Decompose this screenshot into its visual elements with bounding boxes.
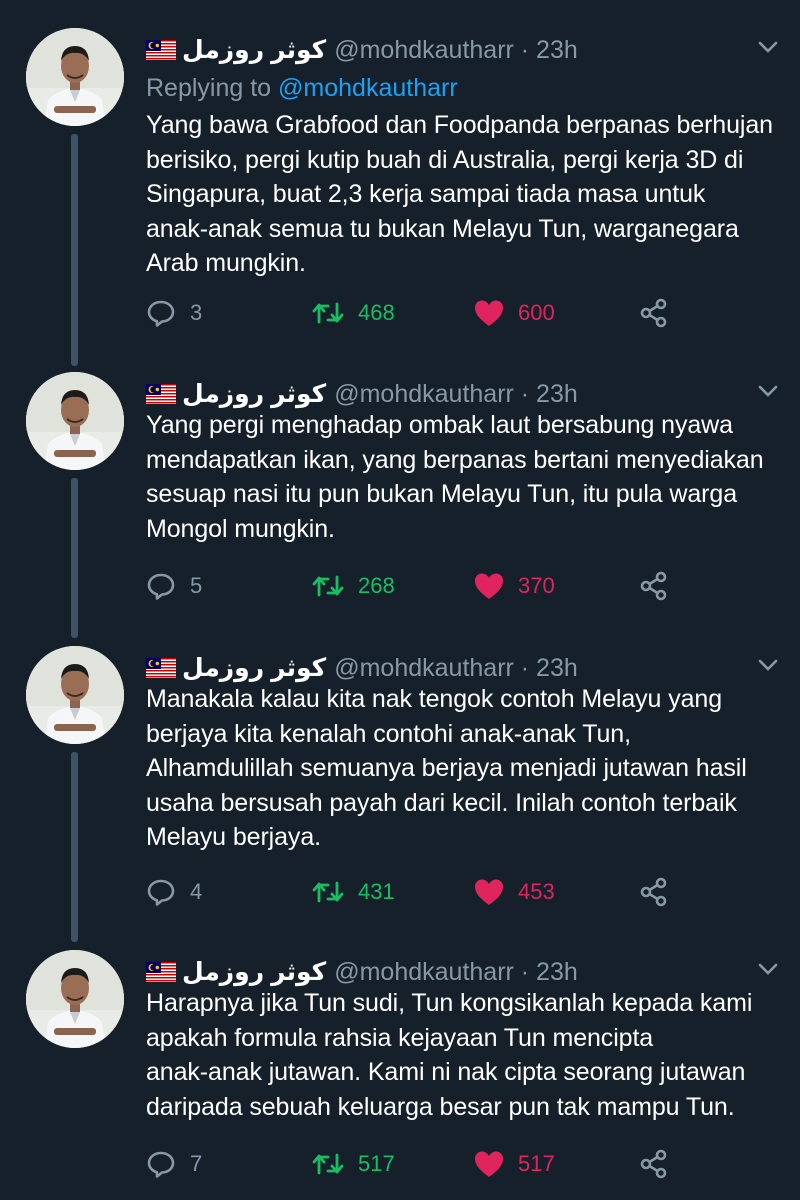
share-button[interactable] — [640, 872, 668, 912]
retweet-icon — [312, 881, 344, 903]
like-heart-icon — [475, 1151, 503, 1177]
chevron-down-icon[interactable] — [758, 40, 778, 54]
reply-count: 3 — [190, 300, 203, 325]
reply-button[interactable]: 5 — [146, 566, 202, 606]
flag-malaysia-icon — [146, 658, 176, 678]
reply-button[interactable]: 7 — [146, 1144, 202, 1184]
like-button[interactable]: 453 — [474, 872, 555, 912]
share-button[interactable] — [640, 1144, 668, 1184]
handle-timestamp: @mohdkautharr · 23h — [334, 653, 578, 682]
display-name[interactable]: كوثر روزمل — [182, 379, 326, 409]
retweet-count: 517 — [358, 1151, 395, 1176]
like-heart-icon — [475, 300, 503, 326]
reply-icon — [147, 1151, 175, 1178]
retweet-button[interactable]: 268 — [312, 566, 395, 606]
reply-count: 4 — [190, 879, 203, 904]
chevron-down-icon[interactable] — [758, 384, 778, 398]
handle-timestamp: @mohdkautharr · 23h — [334, 957, 578, 986]
handle-timestamp: @mohdkautharr · 23h — [334, 379, 578, 408]
retweet-button[interactable]: 517 — [312, 1144, 395, 1184]
tweet-text: Yang bawa Grabfood dan Foodpanda berpana… — [146, 111, 773, 277]
retweet-icon — [312, 302, 344, 324]
share-icon — [640, 877, 667, 907]
like-count: 370 — [518, 573, 555, 598]
tweet-text: Harapnya jika Tun sudi, Tun kongsikanlah… — [146, 989, 753, 1121]
flag-malaysia-icon — [146, 962, 176, 982]
tweet[interactable]: كوثر روزمل @mohdkautharr · 23h Harapnya … — [0, 950, 800, 1200]
retweet-count: 268 — [358, 573, 395, 598]
like-button[interactable]: 600 — [474, 293, 555, 333]
retweet-icon — [312, 575, 344, 597]
display-name[interactable]: كوثر روزمل — [182, 653, 326, 683]
reply-icon — [147, 879, 175, 906]
display-name[interactable]: كوثر روزمل — [182, 35, 326, 65]
like-count: 453 — [518, 879, 555, 904]
like-count: 600 — [518, 300, 555, 325]
share-button[interactable] — [640, 293, 668, 333]
tweet-actions: 4 431 453 — [146, 872, 706, 912]
like-count: 517 — [518, 1151, 555, 1176]
avatar[interactable] — [26, 28, 124, 126]
reply-count: 7 — [190, 1151, 203, 1176]
retweet-count: 468 — [358, 300, 395, 325]
flag-malaysia-icon — [146, 40, 176, 60]
share-button[interactable] — [640, 566, 668, 606]
handle-timestamp: @mohdkautharr · 23h — [334, 35, 578, 64]
like-heart-icon — [475, 879, 503, 905]
avatar[interactable] — [26, 950, 124, 1048]
retweet-button[interactable]: 468 — [312, 293, 395, 333]
reply-icon — [147, 573, 175, 600]
tweet[interactable]: كوثر روزمل @mohdkautharr · 23h Yang perg… — [0, 372, 800, 632]
reply-button[interactable]: 4 — [146, 872, 202, 912]
tweet-text: Manakala kalau kita nak tengok contoh Me… — [146, 685, 747, 851]
replying-to-mention[interactable]: @mohdkautharr — [278, 74, 458, 102]
reply-button[interactable]: 3 — [146, 293, 202, 333]
retweet-button[interactable]: 431 — [312, 872, 395, 912]
like-heart-icon — [475, 573, 503, 599]
share-icon — [640, 1149, 667, 1179]
replying-to: Replying to @mohdkautharr — [146, 74, 458, 103]
tweet[interactable]: كوثر روزمل @mohdkautharr · 23h Manakala … — [0, 646, 800, 936]
like-button[interactable]: 370 — [474, 566, 555, 606]
chevron-down-icon[interactable] — [758, 962, 778, 976]
reply-icon — [147, 300, 175, 327]
tweet-text: Yang pergi menghadap ombak laut bersabun… — [146, 411, 764, 543]
flag-malaysia-icon — [146, 384, 176, 404]
retweet-count: 431 — [358, 879, 395, 904]
avatar[interactable] — [26, 646, 124, 744]
chevron-down-icon[interactable] — [758, 658, 778, 672]
tweet-actions: 7 517 517 — [146, 1144, 706, 1184]
like-button[interactable]: 517 — [474, 1144, 555, 1184]
share-icon — [640, 571, 667, 601]
display-name[interactable]: كوثر روزمل — [182, 957, 326, 987]
tweet-actions: 3 468 600 — [146, 293, 706, 333]
tweet-actions: 5 268 370 — [146, 566, 706, 606]
tweet[interactable]: كوثر روزمل @mohdkautharr · 23h Replying … — [0, 28, 800, 348]
replying-to-label: Replying to — [146, 74, 272, 102]
share-icon — [640, 298, 667, 328]
retweet-icon — [312, 1153, 344, 1175]
tweet-header: كوثر روزمل @mohdkautharr · 23h — [146, 30, 780, 70]
reply-count: 5 — [190, 573, 203, 598]
avatar[interactable] — [26, 372, 124, 470]
